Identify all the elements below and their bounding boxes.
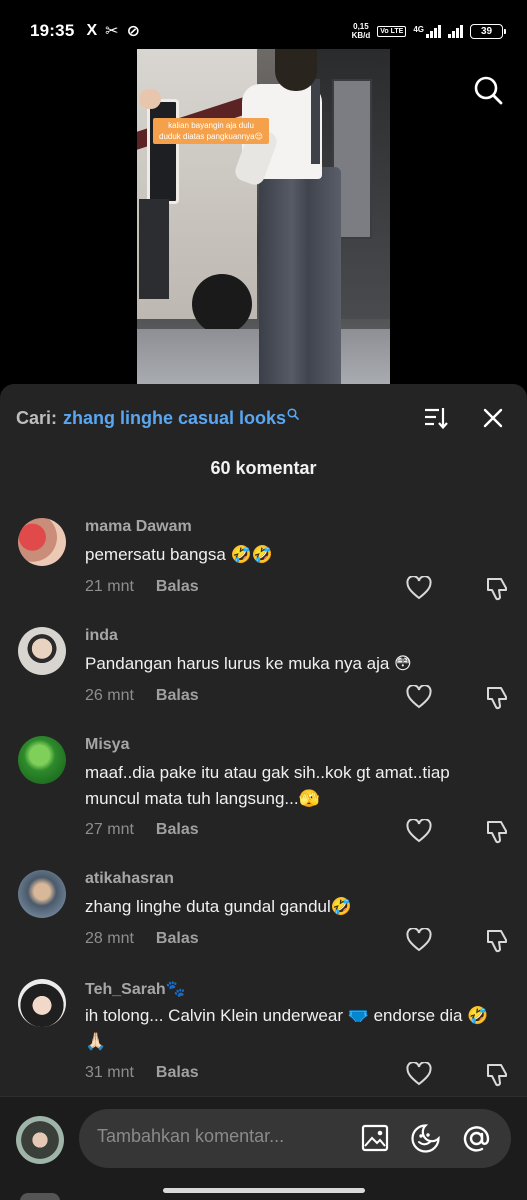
- search-icon[interactable]: [473, 75, 503, 105]
- comments-sheet: Cari: zhang linghe casual looks 60 komen…: [0, 384, 527, 1200]
- comment-meta: 21 mnt Balas: [85, 578, 199, 596]
- comment-time: 26 mnt: [85, 687, 134, 704]
- search-label: Cari:: [16, 407, 58, 428]
- comment-text: pemersatu bangsa 🤣🤣: [85, 545, 273, 564]
- battery-level: 39: [480, 25, 493, 37]
- avatar[interactable]: [18, 870, 66, 918]
- dislike-icon[interactable]: [484, 685, 510, 711]
- comment-text: Pandangan harus lurus ke muka nya aja 😳: [85, 654, 412, 673]
- sort-icon[interactable]: [423, 405, 449, 431]
- app-icon: ⊘: [126, 23, 140, 40]
- sheet-header: Cari: zhang linghe casual looks: [16, 405, 511, 431]
- comment-meta: 28 mnt Balas: [85, 930, 199, 948]
- video-caption: kalian bayangin aja dulu duduk diatas pa…: [153, 118, 269, 144]
- video-scene-hand: [139, 89, 161, 109]
- comment-text: maaf..dia pake itu atau gak sih..kok gt …: [85, 763, 450, 808]
- dislike-icon[interactable]: [484, 928, 510, 954]
- next-item-peek: [20, 1193, 60, 1200]
- heart-icon[interactable]: [406, 576, 432, 600]
- video-scene-window: [147, 99, 179, 204]
- video-player[interactable]: kalian bayangin aja dulu duduk diatas pa…: [137, 49, 390, 384]
- volte-badge: Vo LTE: [377, 25, 407, 37]
- comment-username[interactable]: mama Dawam: [85, 518, 192, 536]
- comment-username[interactable]: Teh_Sarah🐾: [85, 979, 186, 999]
- reply-button[interactable]: Balas: [156, 821, 199, 839]
- status-time: 19:35: [30, 21, 75, 40]
- avatar[interactable]: [18, 627, 66, 675]
- search-icon[interactable]: [287, 408, 299, 420]
- network-speed-value: 0,15: [353, 22, 369, 31]
- comment-composer: [0, 1096, 527, 1200]
- comment-time: 28 mnt: [85, 930, 134, 947]
- sticker-emoji-icon[interactable]: [410, 1123, 441, 1154]
- comment-meta: 26 mnt Balas: [85, 687, 199, 705]
- dislike-icon[interactable]: [484, 576, 510, 602]
- comment-meta: 31 mnt Balas: [85, 1064, 199, 1082]
- close-icon[interactable]: [481, 406, 505, 430]
- video-scene-trousers: [259, 167, 341, 384]
- avatar[interactable]: [18, 736, 66, 784]
- avatar[interactable]: [18, 518, 66, 566]
- heart-icon[interactable]: [406, 685, 432, 709]
- video-scene-wheel: [192, 274, 252, 334]
- home-indicator[interactable]: [163, 1188, 365, 1193]
- comment-time: 31 mnt: [85, 1064, 134, 1081]
- mention-icon[interactable]: [461, 1123, 492, 1154]
- dislike-icon[interactable]: [484, 1062, 510, 1088]
- x-app-icon: X: [86, 22, 98, 39]
- reply-button[interactable]: Balas: [156, 930, 199, 948]
- comment-time: 21 mnt: [85, 578, 134, 595]
- comment-username[interactable]: atikahasran: [85, 870, 174, 888]
- comment-time: 27 mnt: [85, 821, 134, 838]
- my-avatar[interactable]: [16, 1116, 64, 1164]
- video-scene-door: [139, 199, 169, 299]
- comment-count: 60 komentar: [210, 458, 317, 478]
- comment-meta: 27 mnt Balas: [85, 821, 199, 839]
- comment-text: ih tolong... Calvin Klein underwear 🩲 en…: [85, 1006, 489, 1051]
- reply-button[interactable]: Balas: [156, 578, 199, 596]
- comment-input-pill[interactable]: [79, 1109, 511, 1168]
- status-app-icons: X ✂ ⊘: [86, 21, 139, 41]
- network-type: 4G: [413, 24, 424, 34]
- network-speed: 0,15 KB/d: [352, 22, 371, 40]
- status-indicators: 0,15 KB/d Vo LTE 4G 39: [352, 22, 506, 40]
- comment-username[interactable]: inda: [85, 627, 118, 645]
- battery-icon: 39: [470, 23, 506, 39]
- reply-button[interactable]: Balas: [156, 687, 199, 705]
- comment-text: zhang linghe duta gundal gandul🤣: [85, 897, 352, 916]
- signal-icon: 4G: [413, 24, 441, 38]
- dislike-icon[interactable]: [484, 819, 510, 845]
- capcut-app-icon: ✂: [105, 23, 119, 40]
- search-suggestion-link[interactable]: zhang linghe casual looks: [63, 408, 286, 429]
- network-speed-unit: KB/d: [351, 31, 371, 40]
- image-icon[interactable]: [361, 1124, 389, 1152]
- comment-username[interactable]: Misya: [85, 736, 129, 754]
- heart-icon[interactable]: [406, 819, 432, 843]
- heart-icon[interactable]: [406, 1062, 432, 1086]
- video-scene-head: [275, 49, 317, 91]
- reply-button[interactable]: Balas: [156, 1064, 199, 1082]
- video-scene-tie: [311, 79, 320, 164]
- comment-input[interactable]: [97, 1126, 337, 1147]
- avatar[interactable]: [18, 979, 66, 1027]
- signal-icon-2: [448, 24, 463, 38]
- heart-icon[interactable]: [406, 928, 432, 952]
